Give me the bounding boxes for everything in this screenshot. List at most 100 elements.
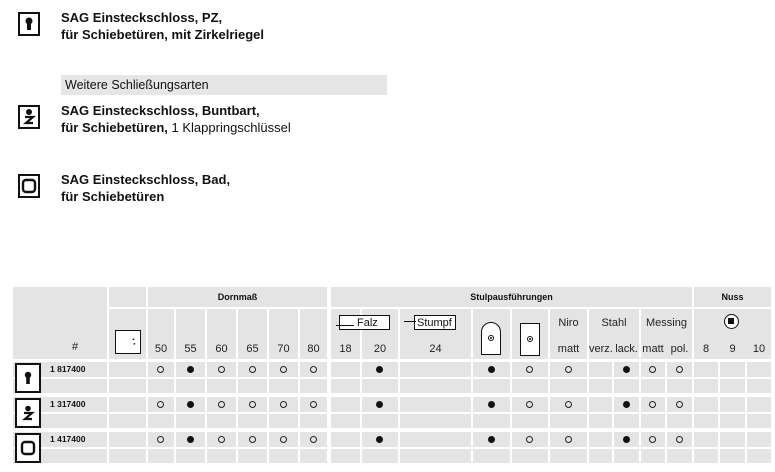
table-cell	[300, 414, 327, 428]
finish-dot	[676, 366, 683, 373]
group-label-dornmass: Dornmaß	[217, 292, 258, 302]
table-cell	[362, 379, 398, 393]
product-heading-pz: SAG Einsteckschloss, PZ, für Schiebetüre…	[61, 10, 264, 42]
moon-icon	[115, 330, 141, 354]
finish-label-niro-matt: matt	[557, 343, 580, 355]
table-cell	[589, 379, 612, 393]
table-cell	[747, 432, 771, 447]
warded-lock-icon	[18, 105, 40, 129]
dornmass-value: 55	[184, 343, 197, 355]
bathroom-lock-icon	[18, 174, 40, 198]
finish-dot	[623, 401, 630, 408]
dornmass-dot	[310, 366, 317, 373]
dornmass-dot	[187, 401, 194, 408]
table-cell	[667, 414, 692, 428]
table-cell	[109, 397, 146, 412]
table-cell	[176, 414, 205, 428]
dornmass-dot	[218, 436, 225, 443]
table-cell	[589, 449, 612, 463]
material-label-stahl: Stahl	[601, 317, 627, 329]
table-cell	[300, 379, 327, 393]
product-heading-bad: SAG Einsteckschloss, Bad, für Schiebetür…	[61, 172, 231, 204]
stumpf-label: Stumpf	[414, 315, 456, 330]
table-cell	[109, 414, 146, 428]
table-cell	[589, 414, 612, 428]
table-cell	[400, 449, 471, 463]
table-cell	[331, 432, 360, 447]
table-cell	[473, 449, 510, 463]
stulp-dot	[376, 401, 383, 408]
shape-dot	[488, 366, 495, 373]
dornmass-dot	[187, 366, 194, 373]
table-cell	[269, 414, 298, 428]
finish-dot	[565, 436, 572, 443]
table-cell	[589, 432, 612, 447]
table-cell	[109, 362, 146, 377]
table-cell	[747, 449, 771, 463]
table-cell	[207, 449, 236, 463]
dornmass-dot	[157, 401, 164, 408]
finish-dot	[565, 401, 572, 408]
table-cell	[331, 362, 360, 377]
dornmass-dot	[280, 436, 287, 443]
table-cell	[176, 449, 205, 463]
shape-dot	[526, 401, 533, 408]
dornmass-dot	[249, 436, 256, 443]
table-cell	[747, 397, 771, 412]
table-cell	[720, 432, 745, 447]
nuss-value: 8	[702, 343, 710, 355]
cylinder-lock-icon	[15, 363, 41, 393]
finish-dot	[623, 436, 630, 443]
stulp-size-value: 20	[373, 343, 387, 355]
stumpf-arrow-icon	[404, 321, 416, 322]
table-cell	[238, 449, 267, 463]
table-cell	[331, 379, 360, 393]
dornmass-dot	[187, 436, 194, 443]
table-cell	[614, 414, 639, 428]
table-cell	[589, 362, 612, 377]
table-cell	[550, 449, 587, 463]
stulp-dot	[376, 366, 383, 373]
cylinder-lock-icon	[18, 12, 40, 36]
table-cell	[589, 397, 612, 412]
table-cell	[694, 379, 718, 393]
table-cell	[720, 397, 745, 412]
table-cell	[747, 362, 771, 377]
table-cell	[362, 449, 398, 463]
dornmass-value: 80	[307, 343, 320, 355]
table-cell	[331, 449, 360, 463]
nuss-value: 9	[729, 343, 736, 355]
material-label-niro: Niro	[558, 317, 579, 329]
table-cell	[109, 449, 146, 463]
article-number: 1 817400	[50, 364, 86, 374]
dornmass-dot	[280, 366, 287, 373]
table-cell	[331, 397, 360, 412]
product-heading-buntbart: SAG Einsteckschloss, Buntbart, für Schie…	[61, 103, 291, 135]
table-cell	[512, 449, 548, 463]
finish-label-messing-pol: pol.	[670, 343, 689, 355]
rounded-stulp-icon	[481, 322, 501, 355]
table-cell	[720, 414, 745, 428]
dornmass-value: 70	[277, 343, 290, 355]
table-cell	[694, 432, 718, 447]
group-label-nuss: Nuss	[721, 292, 744, 302]
table-cell	[300, 449, 327, 463]
table-cell	[473, 379, 510, 393]
stulp-dot	[376, 436, 383, 443]
shape-dot	[526, 436, 533, 443]
shape-dot	[488, 401, 495, 408]
table-cell	[269, 449, 298, 463]
table-cell	[148, 449, 174, 463]
table-cell	[747, 414, 771, 428]
article-number: 1 317400	[50, 399, 86, 409]
article-number: 1 417400	[50, 434, 86, 444]
table-cell	[667, 449, 692, 463]
table-cell	[667, 379, 692, 393]
table-cell	[176, 379, 205, 393]
section-band: Weitere Schließungsarten	[61, 75, 387, 95]
table-cell	[400, 362, 471, 377]
falz-label: Falz	[339, 315, 390, 330]
finish-dot	[649, 401, 656, 408]
table-cell	[362, 414, 398, 428]
material-label-messing: Messing	[646, 317, 687, 329]
